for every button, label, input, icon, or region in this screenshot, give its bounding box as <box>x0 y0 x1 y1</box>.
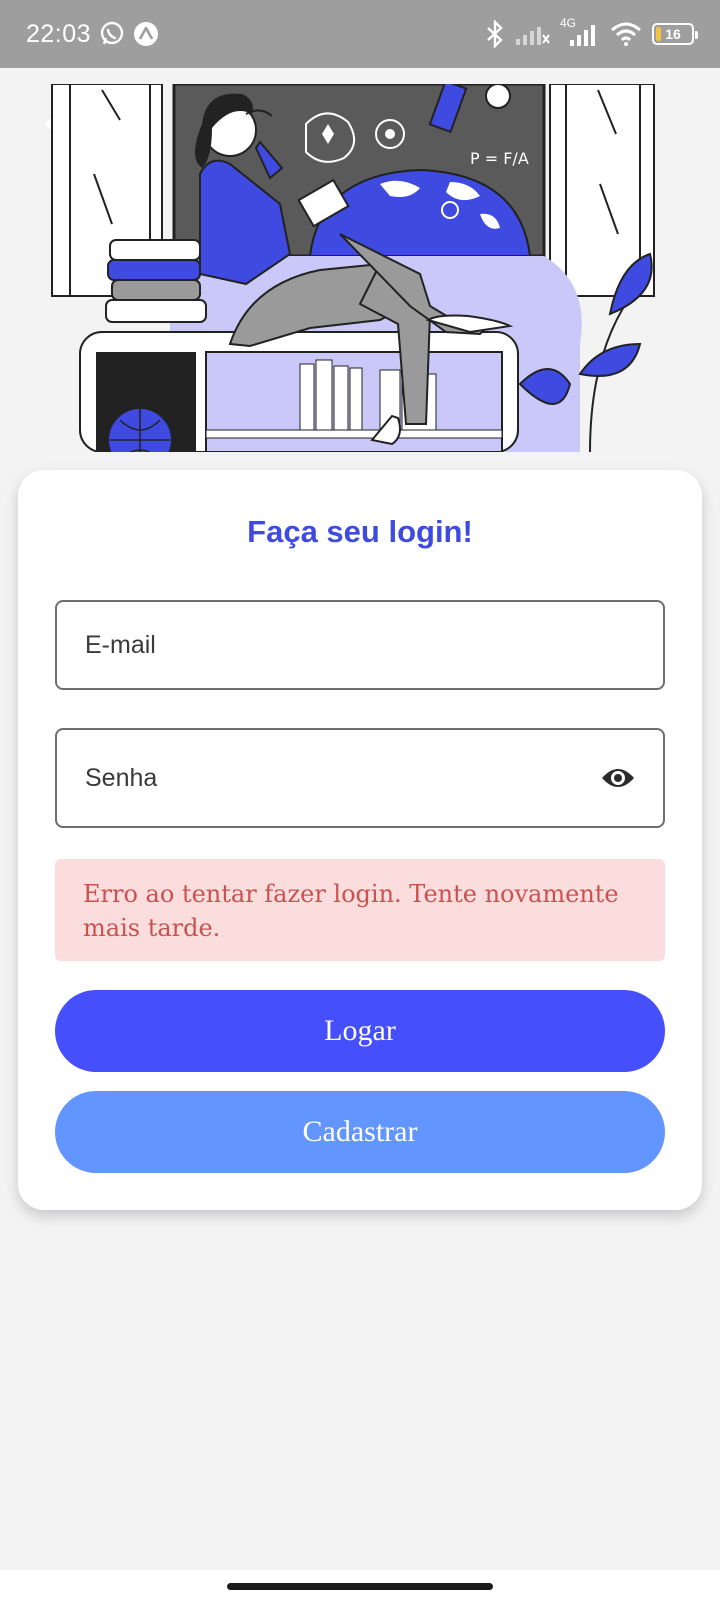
status-bar: 22:03 4G 16 <box>0 0 720 68</box>
battery-icon: 16 <box>652 23 698 45</box>
bluetooth-icon <box>487 20 503 48</box>
eye-icon <box>602 769 634 787</box>
password-field[interactable] <box>55 728 665 828</box>
error-message: Erro ao tentar fazer login. Tente novame… <box>55 859 665 961</box>
expo-icon <box>134 22 159 46</box>
whatsapp-icon <box>100 21 124 45</box>
battery-level: 16 <box>665 26 681 42</box>
wifi-icon <box>611 22 641 46</box>
signal-icon <box>516 27 550 45</box>
password-input[interactable] <box>85 763 601 793</box>
email-field[interactable] <box>55 600 665 690</box>
login-button[interactable]: Logar <box>55 990 665 1072</box>
toggle-password-visibility-button[interactable] <box>601 760 635 796</box>
signal-4g-icon: 4G <box>560 16 600 48</box>
board-formula: P = F/A <box>470 149 529 168</box>
email-input[interactable] <box>85 630 635 660</box>
status-left-icons <box>99 21 159 47</box>
status-right-icons: 4G 16 <box>484 16 698 48</box>
hero-illustration: P = F/A <box>51 84 655 452</box>
home-indicator[interactable] <box>227 1583 493 1590</box>
register-button[interactable]: Cadastrar <box>55 1091 665 1173</box>
login-title: Faça seu login! <box>247 514 473 549</box>
login-card: Faça seu login! Erro ao tentar fazer log… <box>18 470 702 1210</box>
status-time: 22:03 <box>26 19 92 48</box>
